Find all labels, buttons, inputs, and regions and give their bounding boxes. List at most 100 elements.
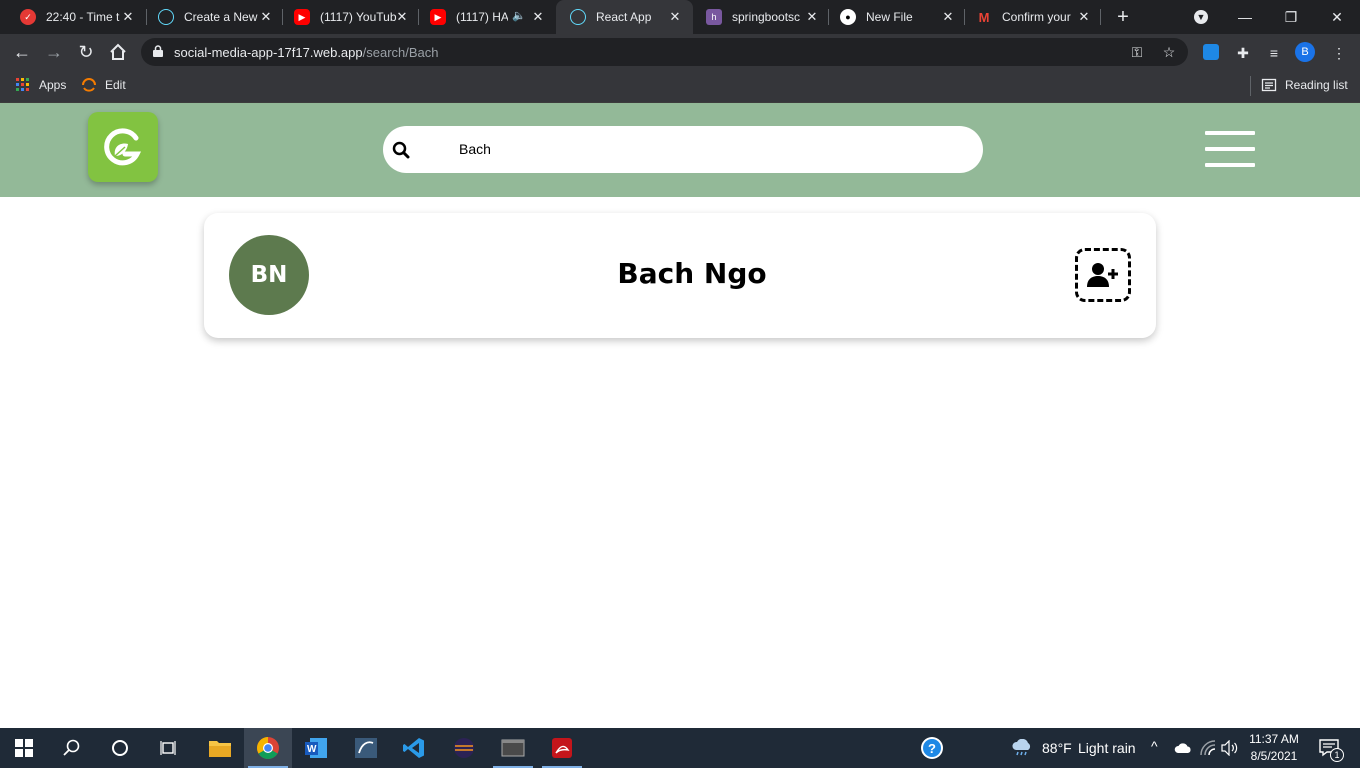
browser-tab[interactable]: Create a New ✕ (144, 0, 284, 34)
reading-list[interactable]: Reading list (1261, 77, 1348, 93)
key-icon[interactable]: ⚿ (1129, 44, 1145, 60)
forward-button[interactable]: → (42, 40, 66, 64)
back-button[interactable]: ← (10, 40, 34, 64)
app-logo[interactable] (88, 112, 158, 182)
close-icon[interactable]: ✕ (530, 9, 546, 25)
close-icon[interactable]: ✕ (394, 9, 410, 25)
puzzle-icon[interactable]: ✚ (1234, 44, 1252, 62)
app-header (0, 103, 1360, 197)
hamburger-menu-button[interactable] (1205, 131, 1255, 168)
hamburger-line (1205, 147, 1255, 151)
speaker-icon[interactable]: 🔈 (512, 9, 526, 22)
notification-count-badge: 1 (1330, 748, 1344, 762)
browser-tab[interactable]: M Confirm your ✕ (962, 0, 1102, 34)
profile-avatar[interactable]: B (1295, 42, 1315, 62)
browser-tab[interactable]: h springbootsc ✕ (692, 0, 830, 34)
mysql-workbench-button[interactable] (342, 728, 390, 768)
home-icon (110, 43, 126, 60)
hamburger-line (1205, 131, 1255, 135)
chevron-up-icon[interactable]: ^ (1151, 738, 1158, 754)
close-icon[interactable]: ✕ (1076, 9, 1092, 25)
svg-text:?: ? (928, 741, 936, 756)
user-plus-icon (1087, 263, 1118, 287)
bookmark-edit[interactable]: Edit (81, 77, 126, 93)
windows-taskbar: W ? 88°F Light rain ^ 11:37 AM 8/5/2021 … (0, 728, 1360, 768)
address-bar[interactable]: social-media-app-17f17.web.app/search/Ba… (141, 38, 1188, 66)
help-button[interactable]: ? (908, 728, 956, 768)
hamburger-line (1205, 163, 1255, 167)
onedrive-icon[interactable] (1174, 742, 1192, 754)
search-input[interactable] (459, 138, 959, 160)
gmail-icon: M (978, 9, 990, 25)
volume-icon[interactable] (1221, 740, 1239, 756)
browser-tab[interactable]: ✓ 22:40 - Time t ✕ (6, 0, 146, 34)
file-explorer-button[interactable] (196, 728, 244, 768)
bookmark-label: Edit (105, 78, 126, 92)
user-result-card[interactable]: BN Bach Ngo (204, 213, 1156, 338)
notification-center-button[interactable]: 1 (1310, 728, 1350, 768)
windows-logo-icon (15, 739, 33, 757)
star-icon[interactable]: ☆ (1161, 44, 1177, 60)
heroku-icon: h (706, 9, 722, 25)
close-icon[interactable]: ✕ (120, 9, 136, 25)
restore-button[interactable]: ❐ (1268, 0, 1314, 34)
vscode-button[interactable] (390, 728, 438, 768)
react-icon (158, 9, 174, 25)
cloud-rain-icon (1012, 739, 1031, 756)
acrobat-button[interactable] (538, 728, 586, 768)
bookmark-apps[interactable]: Apps (15, 77, 66, 93)
chrome-taskbar-button[interactable] (244, 728, 292, 768)
system-clock[interactable]: 11:37 AM 8/5/2021 (1238, 731, 1310, 765)
weather-text[interactable]: Light rain (1078, 740, 1136, 756)
start-button[interactable] (0, 728, 48, 768)
youtube-icon: ▶ (430, 9, 446, 25)
close-icon[interactable]: ✕ (804, 9, 820, 25)
close-icon[interactable]: ✕ (667, 9, 683, 25)
close-icon[interactable]: ✕ (940, 9, 956, 25)
vscode-icon (403, 738, 424, 758)
chevron-down-icon: ▼ (1194, 10, 1208, 24)
home-button[interactable] (106, 40, 130, 64)
reading-list-icon (1261, 78, 1277, 92)
user-name[interactable]: Bach Ngo (204, 257, 1180, 290)
folder-icon (209, 741, 231, 757)
media-icon[interactable]: ≡ (1265, 44, 1283, 62)
url-text: social-media-app-17f17.web.app/search/Ba… (174, 45, 439, 60)
word-button[interactable]: W (292, 728, 340, 768)
task-view-icon (160, 741, 176, 755)
extension-icon[interactable] (1203, 44, 1219, 60)
wifi-icon[interactable] (1200, 740, 1216, 756)
browser-tab[interactable]: ▶ (1117) HA 🔈 ✕ (416, 0, 556, 34)
tab-title: (1117) HA (456, 10, 508, 24)
reload-button[interactable]: ↻ (74, 40, 98, 64)
minimize-button[interactable]: — (1222, 0, 1268, 34)
add-friend-button[interactable] (1075, 248, 1131, 302)
browser-tab-active[interactable]: React App ✕ (556, 0, 693, 34)
react-icon (570, 9, 586, 25)
cortana-button[interactable] (96, 728, 144, 768)
close-window-button[interactable]: ✕ (1314, 0, 1360, 34)
pdf-icon (552, 738, 572, 758)
search-button[interactable] (48, 728, 96, 768)
menu-icon[interactable]: ⋮ (1330, 44, 1348, 62)
bookmark-label: Apps (39, 78, 67, 92)
bookmark-label: Reading list (1285, 78, 1348, 92)
svg-text:W: W (307, 744, 317, 755)
bookmarks-bar: Apps Edit Reading list (0, 70, 1360, 103)
search-icon[interactable] (392, 141, 410, 159)
browser-toolbar: ← → ↻ social-media-app-17f17.web.app/sea… (0, 34, 1360, 70)
clock-date: 8/5/2021 (1250, 749, 1298, 763)
browser-tab[interactable]: ● New File ✕ (826, 0, 966, 34)
eclipse-button[interactable] (440, 728, 488, 768)
browser-tab[interactable]: ▶ (1117) YouTub ✕ (280, 0, 420, 34)
search-icon (63, 739, 80, 756)
github-icon: ● (840, 9, 856, 25)
clock-time: 11:37 AM (1249, 732, 1299, 746)
task-view-button[interactable] (144, 728, 192, 768)
new-tab-button[interactable]: + (1113, 7, 1133, 27)
close-icon[interactable]: ✕ (258, 9, 274, 25)
tab-search-button[interactable]: ▼ (1178, 0, 1224, 34)
terminal-button[interactable] (489, 728, 537, 768)
weather-temp[interactable]: 88°F (1042, 740, 1072, 756)
mysql-icon (355, 738, 377, 758)
